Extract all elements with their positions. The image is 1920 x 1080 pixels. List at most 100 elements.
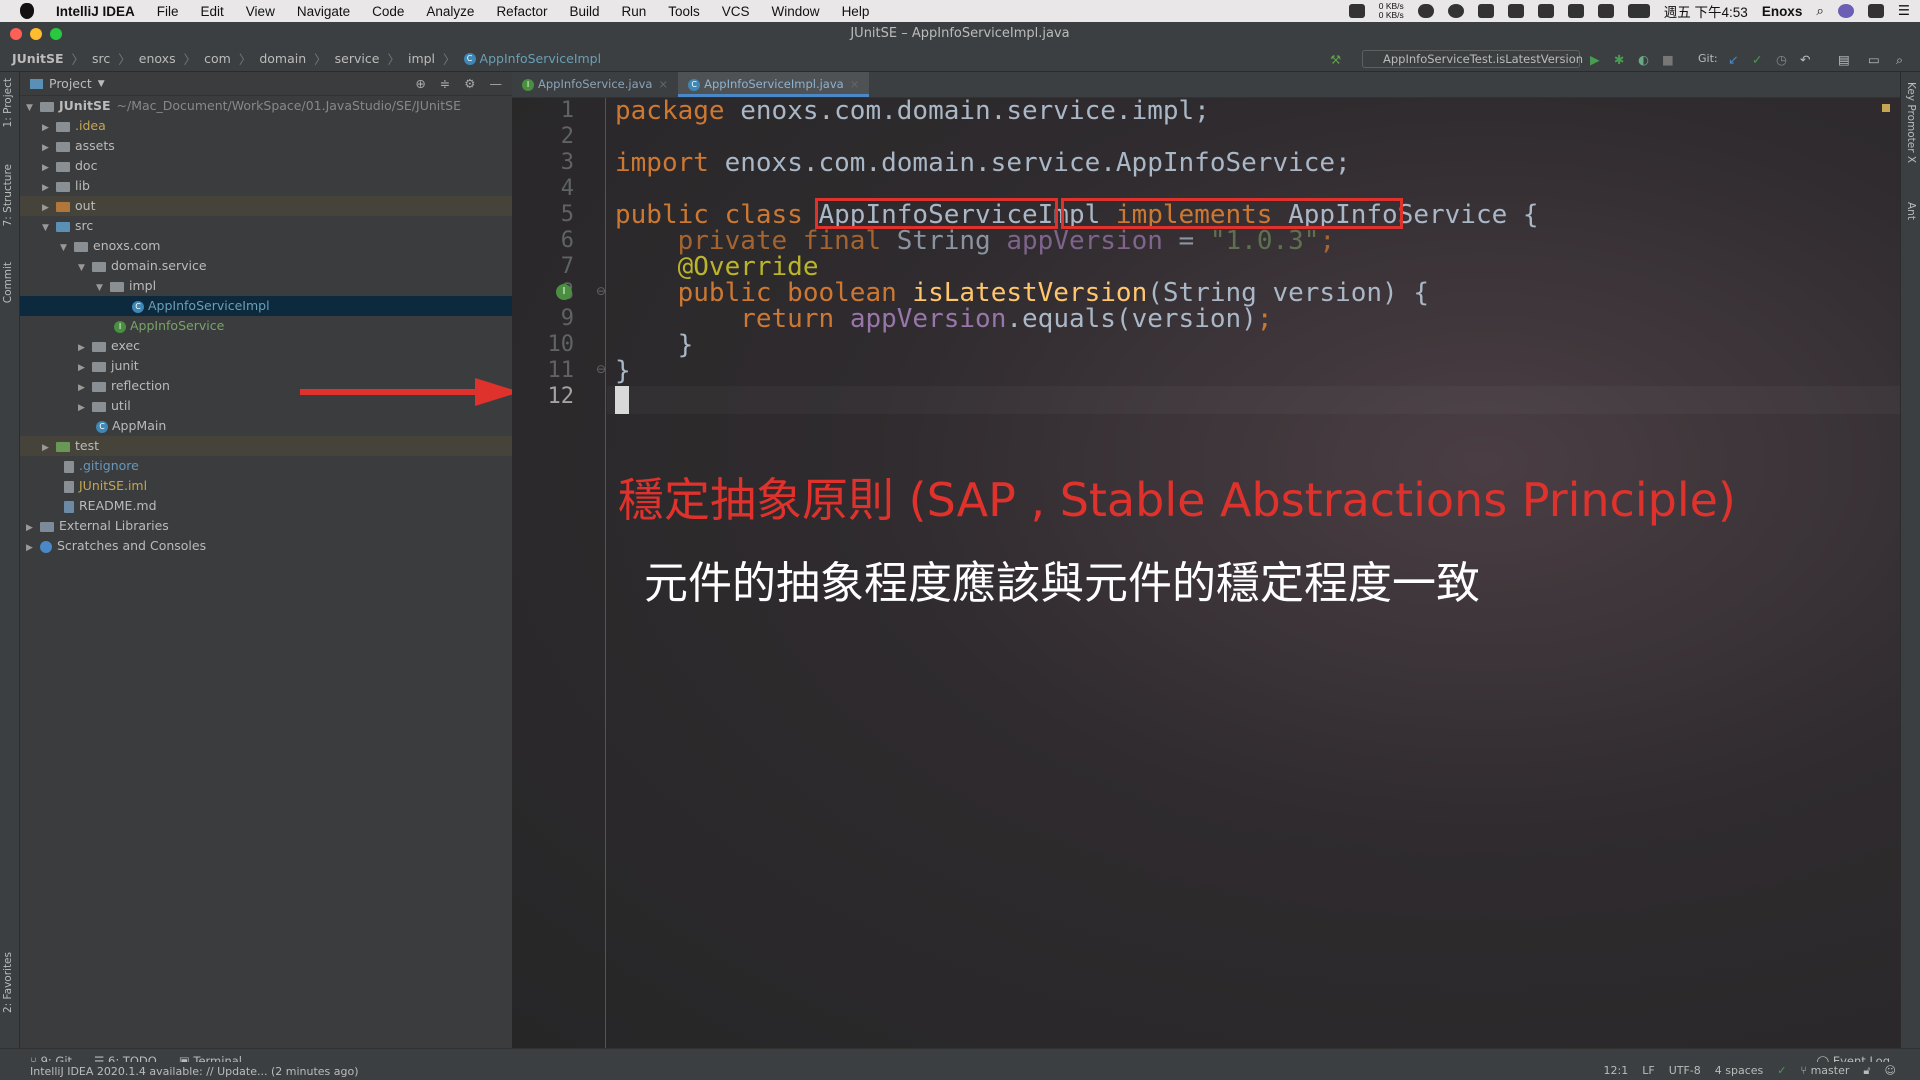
- collapsed-arrow-icon[interactable]: ▶: [42, 198, 52, 218]
- menu-code[interactable]: Code: [372, 4, 404, 19]
- run-icon[interactable]: ▶: [1590, 52, 1604, 67]
- locate-icon[interactable]: ⊕: [415, 76, 425, 91]
- collapsed-arrow-icon[interactable]: ▶: [42, 178, 52, 198]
- tree-item-enoxs-com[interactable]: ▼ enoxs.com: [20, 236, 512, 256]
- input-method-icon[interactable]: [1867, 4, 1884, 18]
- breadcrumb-service[interactable]: service: [335, 51, 380, 66]
- tree-item-assets[interactable]: ▶ assets: [20, 136, 512, 156]
- menu-run[interactable]: Run: [622, 4, 647, 19]
- collapsed-arrow-icon[interactable]: ▶: [42, 138, 52, 158]
- menu-view[interactable]: View: [246, 4, 275, 19]
- lock-icon[interactable]: 🔓︎: [1863, 1064, 1870, 1078]
- debug-icon[interactable]: ✱: [1614, 52, 1628, 67]
- expanded-arrow-icon[interactable]: ▼: [26, 98, 36, 118]
- tree-item-domain-service[interactable]: ▼ domain.service: [20, 256, 512, 276]
- tree-item-idea[interactable]: ▶ .idea: [20, 116, 512, 136]
- clock[interactable]: 週五 下午4:53: [1664, 1, 1748, 21]
- tab-ant[interactable]: Ant: [1905, 202, 1917, 220]
- menu-file[interactable]: File: [157, 4, 179, 19]
- tab-project[interactable]: 1: Project: [2, 78, 14, 127]
- breadcrumb-domain[interactable]: domain: [259, 51, 306, 66]
- battery-icon[interactable]: [1627, 4, 1650, 18]
- zoom-window-button[interactable]: [50, 28, 62, 40]
- fold-icon[interactable]: ⊖: [596, 362, 606, 376]
- tab-key-promoter[interactable]: Key Promoter X: [1905, 82, 1917, 163]
- user-name[interactable]: Enoxs: [1762, 4, 1803, 19]
- expanded-arrow-icon[interactable]: ▼: [60, 238, 70, 258]
- tree-item-gitignore[interactable]: .gitignore: [20, 456, 512, 476]
- tree-item-src[interactable]: ▼ src: [20, 216, 512, 236]
- apple-icon[interactable]: [20, 3, 34, 19]
- wifi-icon[interactable]: [1567, 4, 1584, 18]
- close-window-button[interactable]: [10, 28, 22, 40]
- notification-center-icon[interactable]: ☰: [1898, 3, 1910, 19]
- collapsed-arrow-icon[interactable]: ▶: [78, 338, 88, 358]
- layout-icon[interactable]: ▭: [1868, 52, 1882, 67]
- tree-item-readme[interactable]: README.md: [20, 496, 512, 516]
- menu-edit[interactable]: Edit: [201, 4, 224, 19]
- tree-item-external-libraries[interactable]: ▶ External Libraries: [20, 516, 512, 536]
- history-icon[interactable]: ◷: [1776, 52, 1790, 67]
- bluetooth-icon[interactable]: [1537, 4, 1554, 18]
- collapsed-arrow-icon[interactable]: ▶: [78, 358, 88, 378]
- tree-item-junit[interactable]: ▶ junit: [20, 356, 512, 376]
- breadcrumb-impl[interactable]: impl: [408, 51, 435, 66]
- expanded-arrow-icon[interactable]: ▼: [96, 278, 106, 298]
- tree-item-doc[interactable]: ▶ doc: [20, 156, 512, 176]
- chat-icon[interactable]: [1447, 4, 1464, 18]
- run-configuration-select[interactable]: AppInfoServiceTest.isLatestVersion: [1362, 50, 1583, 68]
- spotlight-icon[interactable]: ⌕: [1816, 3, 1824, 19]
- line-separator[interactable]: LF: [1642, 1064, 1654, 1078]
- status-message[interactable]: IntelliJ IDEA 2020.1.4 available: // Upd…: [30, 1065, 359, 1078]
- tab-structure[interactable]: 7: Structure: [2, 164, 14, 226]
- breadcrumb-src[interactable]: src: [92, 51, 110, 66]
- collapsed-arrow-icon[interactable]: ▶: [26, 538, 36, 558]
- expanded-arrow-icon[interactable]: ▼: [78, 258, 88, 278]
- collapse-all-icon[interactable]: ≑: [440, 76, 450, 91]
- tree-item-test[interactable]: ▶ test: [20, 436, 512, 456]
- menu-refactor[interactable]: Refactor: [496, 4, 547, 19]
- vcs-status-icon[interactable]: ✓: [1777, 1064, 1786, 1078]
- vcs-commit-icon[interactable]: ✓: [1752, 52, 1766, 67]
- file-encoding[interactable]: UTF-8: [1669, 1064, 1701, 1078]
- tree-item-scratches[interactable]: ▶ Scratches and Consoles: [20, 536, 512, 556]
- tab-appinfoserviceimpl[interactable]: C AppInfoServiceImpl.java ×: [678, 72, 870, 97]
- rollback-icon[interactable]: ↶: [1800, 52, 1814, 67]
- hide-icon[interactable]: —: [490, 76, 503, 91]
- close-icon[interactable]: ×: [850, 77, 860, 91]
- stop-icon[interactable]: ■: [1662, 52, 1676, 67]
- menu-help[interactable]: Help: [842, 4, 870, 19]
- breadcrumb-file[interactable]: AppInfoServiceImpl: [480, 51, 602, 66]
- chevron-down-icon[interactable]: ▼: [98, 79, 105, 89]
- coverage-icon[interactable]: ◐: [1638, 52, 1652, 67]
- collapsed-arrow-icon[interactable]: ▶: [42, 438, 52, 458]
- inspector-icon[interactable]: ☺: [1885, 1064, 1896, 1078]
- cloud-icon[interactable]: [1417, 4, 1434, 18]
- tree-item-appinfoserviceimpl[interactable]: C AppInfoServiceImpl: [20, 296, 512, 316]
- tree-item-out[interactable]: ▶ out: [20, 196, 512, 216]
- gear-icon[interactable]: ⚙: [464, 76, 475, 91]
- link-icon[interactable]: [1477, 4, 1494, 18]
- build-hammer-icon[interactable]: ⚒: [1330, 52, 1344, 67]
- code-area[interactable]: package enoxs.com.domain.service.impl; i…: [615, 98, 1539, 428]
- tree-item-appmain[interactable]: C AppMain: [20, 416, 512, 436]
- volume-icon[interactable]: [1597, 4, 1614, 18]
- tree-item-root[interactable]: ▼ JUnitSE ~/Mac_Document/WorkSpace/01.Java…: [20, 96, 512, 116]
- implements-gutter-icon[interactable]: I: [556, 284, 572, 300]
- tab-commit[interactable]: Commit: [2, 262, 14, 303]
- close-icon[interactable]: ×: [658, 77, 668, 91]
- tree-item-exec[interactable]: ▶ exec: [20, 336, 512, 356]
- fold-icon[interactable]: ⊖: [596, 284, 606, 298]
- tree-item-appinfoservice[interactable]: I AppInfoService: [20, 316, 512, 336]
- caret-position[interactable]: 12:1: [1604, 1064, 1629, 1078]
- tree-item-lib[interactable]: ▶ lib: [20, 176, 512, 196]
- breadcrumb-com[interactable]: com: [204, 51, 231, 66]
- menu-vcs[interactable]: VCS: [722, 4, 750, 19]
- expanded-arrow-icon[interactable]: ▼: [42, 218, 52, 238]
- indent-setting[interactable]: 4 spaces: [1715, 1064, 1764, 1078]
- collapsed-arrow-icon[interactable]: ▶: [42, 158, 52, 178]
- git-branch[interactable]: ⑂ master: [1800, 1064, 1849, 1078]
- tab-favorites[interactable]: 2: Favorites: [2, 952, 14, 1013]
- menu-build[interactable]: Build: [569, 4, 599, 19]
- breadcrumb-enoxs[interactable]: enoxs: [139, 51, 176, 66]
